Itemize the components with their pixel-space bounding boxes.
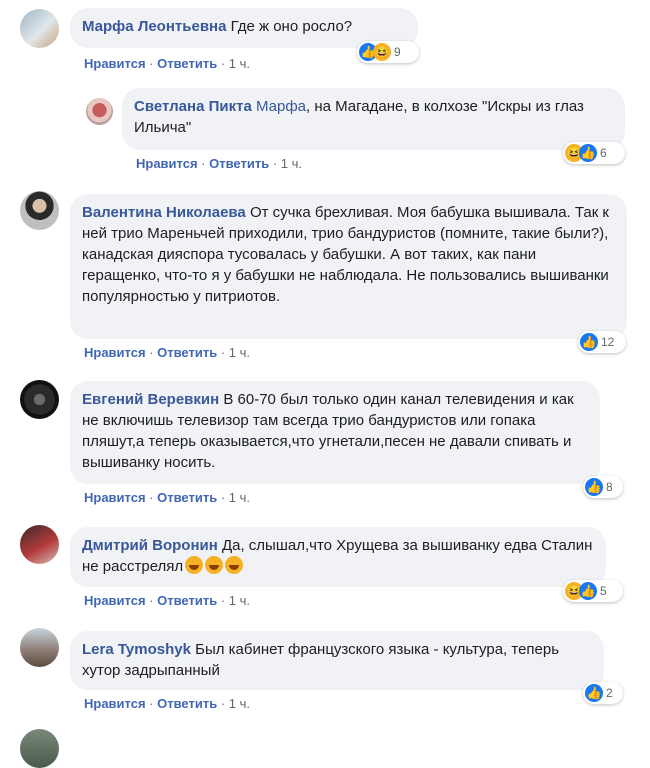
timestamp[interactable]: 1 ч. [229,56,250,71]
like-reaction-icon: 👍 [579,144,597,162]
comment-bubble: Lera Tymoshyk Был кабинет французского я… [70,631,604,690]
comment-author[interactable]: Светлана Пикта [134,98,252,115]
reply-button[interactable]: Ответить [157,696,217,711]
like-button[interactable]: Нравится [136,156,198,171]
reply-button[interactable]: Ответить [209,156,269,171]
like-reaction-icon: 👍 [585,478,603,496]
comment-text: Где ж оно росло? [230,18,353,35]
reply-button[interactable]: Ответить [157,345,217,360]
separator: · [197,156,210,171]
separator: · [217,56,229,71]
comment-author[interactable]: Марфа Леонтьевна [82,18,226,35]
separator: · [217,696,229,711]
comment-actions: Нравится · Ответить · 1 ч. [84,696,250,711]
comment-actions: Нравится · Ответить · 1 ч. [84,593,250,608]
comment-author[interactable]: Евгений Веревкин [82,391,219,408]
reactions-count: 12 [601,335,615,349]
reply-button[interactable]: Ответить [157,490,217,505]
comment-actions: Нравится · Ответить · 1 ч. [136,156,302,171]
reactions-count: 6 [600,146,607,160]
timestamp[interactable]: 1 ч. [229,345,250,360]
avatar[interactable] [20,9,59,48]
like-button[interactable]: Нравится [84,593,146,608]
comment-bubble: Дмитрий Воронин Да, слышал,что Хрущева з… [70,527,606,587]
reactions-summary[interactable]: 👍 😆 9 [357,41,419,63]
avatar[interactable] [20,525,59,564]
grinning-emoji-icon [205,556,224,574]
separator: · [145,696,158,711]
reactions-summary[interactable]: 👍 8 [583,476,623,498]
reactions-summary[interactable]: 👍 2 [583,682,623,704]
separator: · [217,345,229,360]
reactions-summary[interactable]: 😆 👍 5 [563,580,623,602]
timestamp[interactable]: 1 ч. [281,156,302,171]
reply-button[interactable]: Ответить [157,56,217,71]
comment-actions: Нравится · Ответить · 1 ч. [84,345,250,360]
separator: · [145,490,158,505]
like-reaction-icon: 👍 [585,684,603,702]
comment-author[interactable]: Lera Tymoshyk [82,641,191,658]
avatar[interactable] [86,98,113,125]
grinning-emoji-icon [225,556,244,574]
separator: · [217,593,229,608]
timestamp[interactable]: 1 ч. [229,490,250,505]
separator: · [145,56,158,71]
reactions-count: 2 [606,686,613,700]
reactions-count: 5 [600,584,607,598]
avatar[interactable] [20,628,59,667]
comment-bubble: Светлана Пикта Марфа, на Магадане, в кол… [122,88,625,150]
like-button[interactable]: Нравится [84,490,146,505]
like-button[interactable]: Нравится [84,345,146,360]
like-button[interactable]: Нравится [84,56,146,71]
haha-reaction-icon: 😆 [373,43,391,61]
like-reaction-icon: 👍 [579,582,597,600]
avatar[interactable] [20,729,59,768]
reactions-count: 9 [394,45,401,59]
separator: · [217,490,229,505]
comment-actions: Нравится · Ответить · 1 ч. [84,490,250,505]
comment-bubble: Валентина Николаева От сучка брехливая. … [70,194,627,339]
avatar[interactable] [20,380,59,419]
reactions-summary[interactable]: 😆 👍 6 [563,142,625,164]
timestamp[interactable]: 1 ч. [229,696,250,711]
grinning-emoji-icon [185,556,204,574]
comment-author[interactable]: Валентина Николаева [82,204,246,221]
comment-author[interactable]: Дмитрий Воронин [82,537,218,554]
reactions-count: 8 [606,480,613,494]
reactions-summary[interactable]: 👍 12 [578,331,626,353]
separator: · [145,593,158,608]
separator: · [145,345,158,360]
timestamp[interactable]: 1 ч. [229,593,250,608]
avatar[interactable] [20,191,59,230]
like-reaction-icon: 👍 [580,333,598,351]
like-button[interactable]: Нравится [84,696,146,711]
reply-button[interactable]: Ответить [157,593,217,608]
comment-bubble: Евгений Веревкин В 60-70 был только один… [70,381,600,484]
separator: · [269,156,281,171]
comment-actions: Нравится · Ответить · 1 ч. [84,56,250,71]
mention-link[interactable]: Марфа [256,98,306,115]
